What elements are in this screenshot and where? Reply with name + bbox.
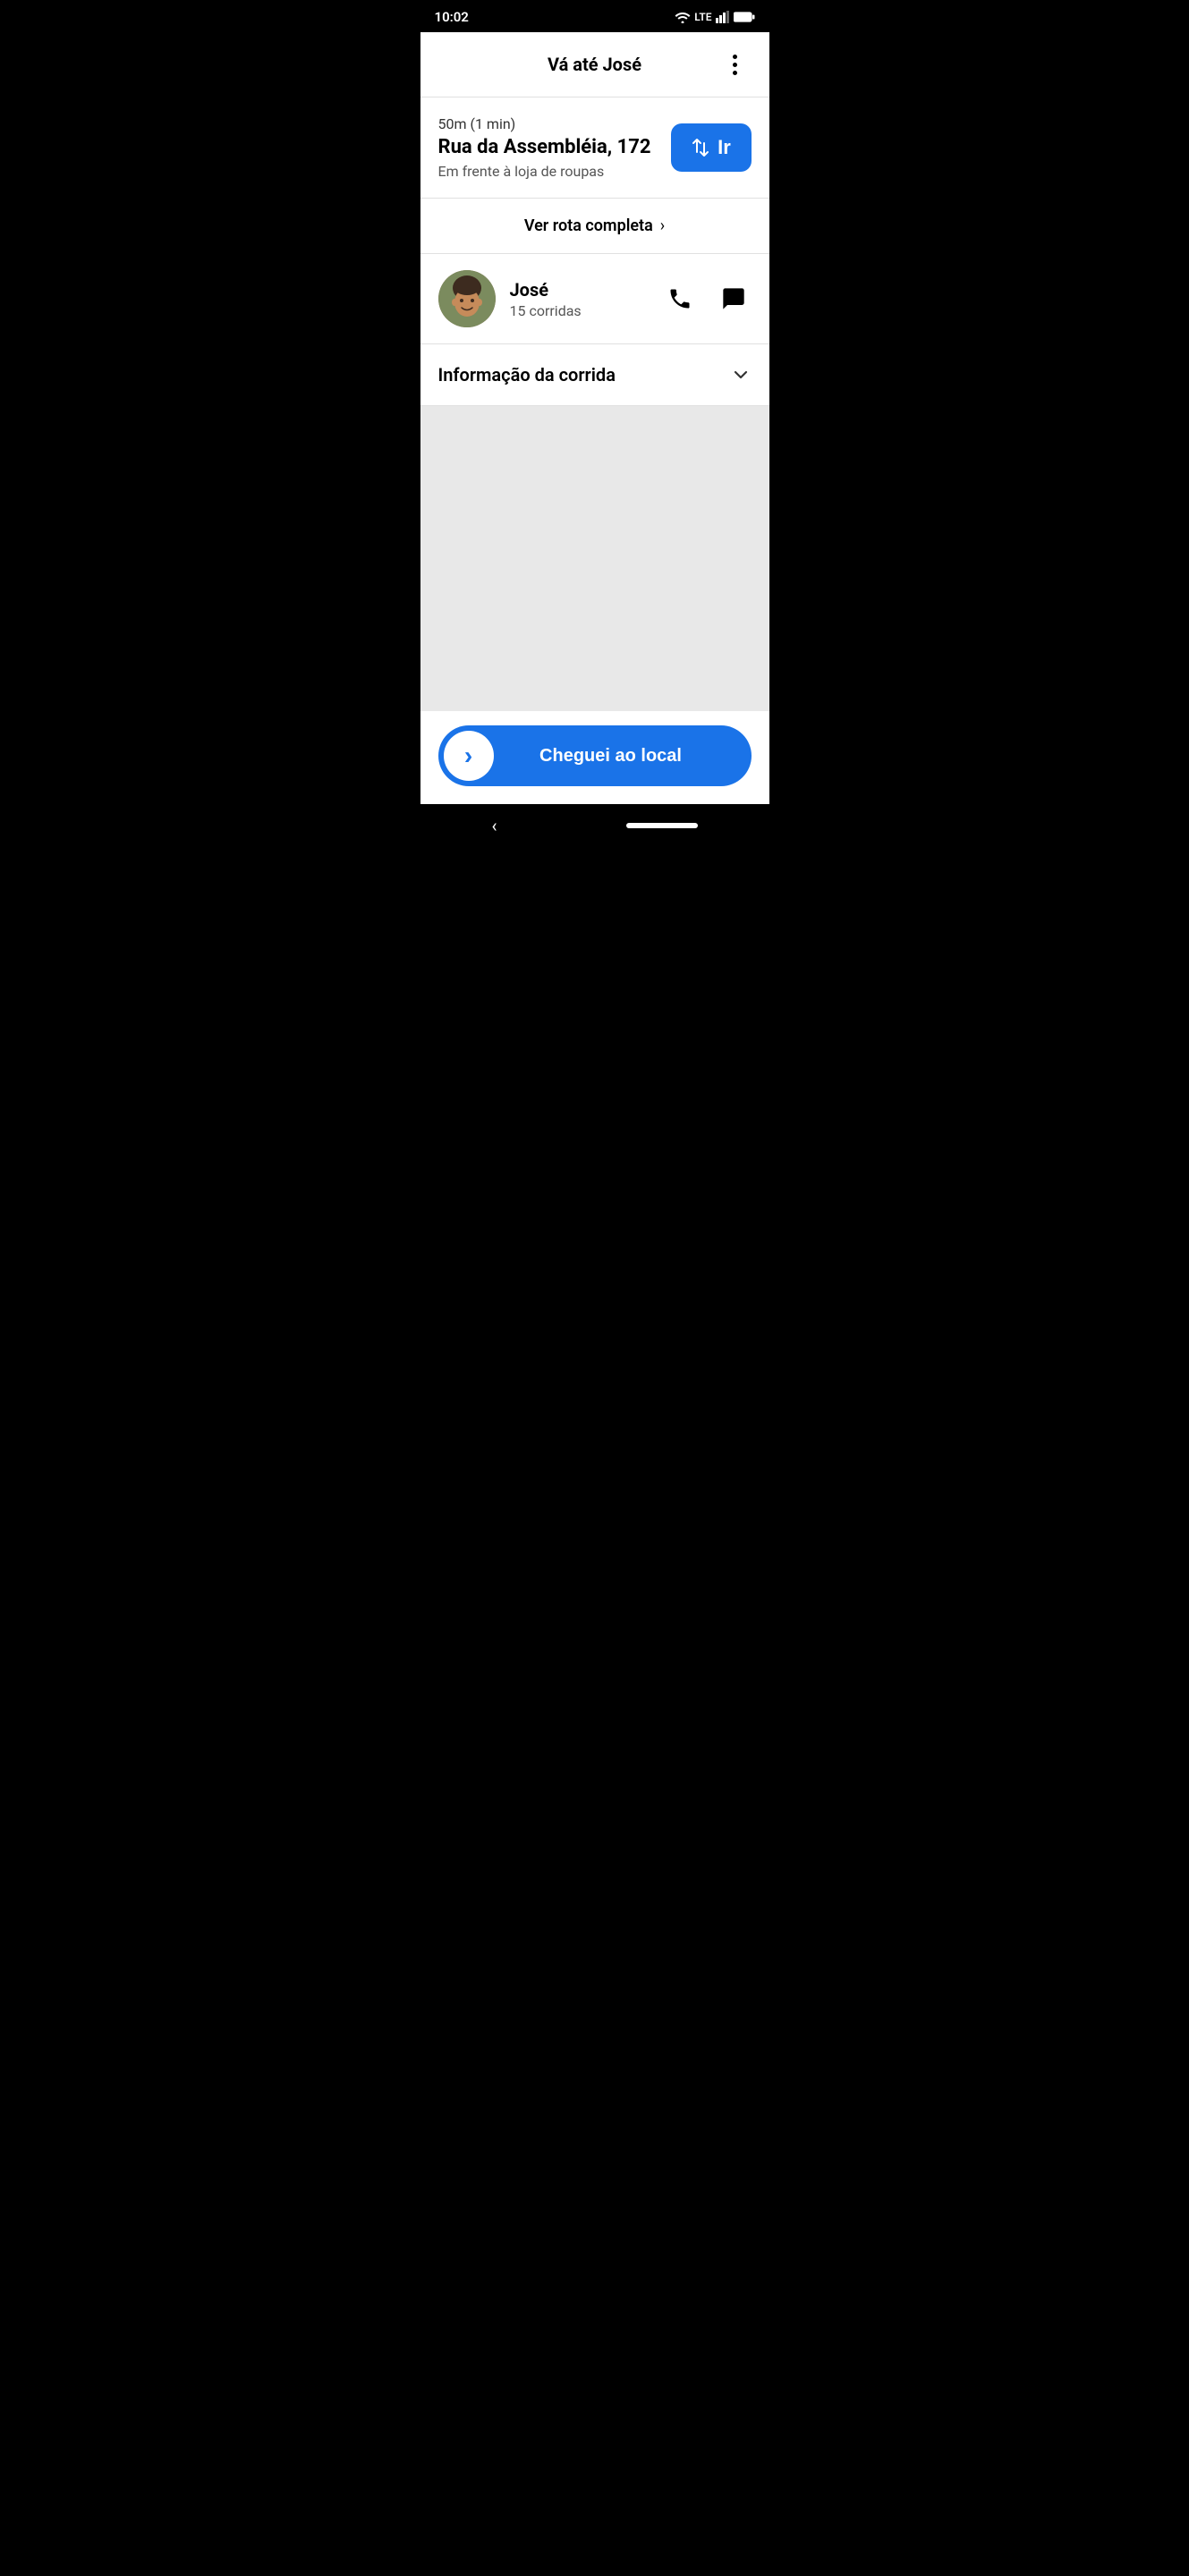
battery-icon	[734, 12, 755, 22]
bottom-bar: › Cheguei ao local	[420, 710, 769, 804]
page-title: Vá até José	[471, 54, 719, 75]
chevron-down-icon	[730, 364, 752, 386]
more-options-button[interactable]	[719, 48, 752, 80]
passenger-name: José	[510, 279, 662, 301]
passenger-section: José 15 corridas	[420, 254, 769, 344]
status-icons: LTE	[675, 11, 754, 23]
nav-arrows-icon	[691, 138, 710, 157]
nav-address: Rua da Assembléia, 172	[438, 136, 657, 159]
go-button[interactable]: Ir	[671, 123, 752, 172]
nav-duration: 50m (1 min)	[438, 115, 657, 132]
wifi-icon	[675, 11, 691, 23]
status-bar: 10:02 LTE	[420, 0, 769, 32]
passenger-rides: 15 corridas	[510, 302, 662, 319]
route-link-text: Ver rota completa	[524, 216, 653, 235]
passenger-actions	[662, 281, 752, 317]
nav-text: 50m (1 min) Rua da Assembléia, 172 Em fr…	[438, 115, 657, 180]
nav-subtitle: Em frente à loja de roupas	[438, 163, 657, 180]
map-section	[420, 406, 769, 710]
avatar-image	[438, 270, 496, 327]
route-link-section[interactable]: Ver rota completa ›	[420, 199, 769, 254]
arrived-arrow-icon: ›	[464, 741, 472, 770]
info-accordion-label: Informação da corrida	[438, 364, 616, 386]
go-button-label: Ir	[718, 136, 731, 159]
arrived-button[interactable]: › Cheguei ao local	[438, 725, 752, 786]
avatar	[438, 270, 496, 327]
lte-label: LTE	[694, 11, 711, 23]
bottom-nav: ‹	[420, 804, 769, 847]
call-button[interactable]	[662, 281, 698, 317]
phone-frame: 10:02 LTE Vá até José	[420, 0, 769, 847]
message-button[interactable]	[716, 281, 752, 317]
passenger-info: José 15 corridas	[510, 279, 662, 319]
navigation-info-section: 50m (1 min) Rua da Assembléia, 172 Em fr…	[420, 97, 769, 199]
chevron-right-icon: ›	[660, 216, 665, 235]
signal-icon	[716, 11, 730, 23]
phone-icon	[667, 286, 692, 311]
arrived-button-circle: ›	[444, 731, 494, 781]
app-header: Vá até José	[420, 32, 769, 97]
three-dots-icon	[733, 55, 737, 75]
arrived-button-label: Cheguei ao local	[494, 746, 746, 767]
home-pill	[626, 823, 698, 828]
back-arrow-icon[interactable]: ‹	[492, 815, 497, 836]
status-time: 10:02	[435, 9, 469, 25]
info-accordion[interactable]: Informação da corrida	[420, 344, 769, 406]
chat-icon	[721, 286, 746, 311]
